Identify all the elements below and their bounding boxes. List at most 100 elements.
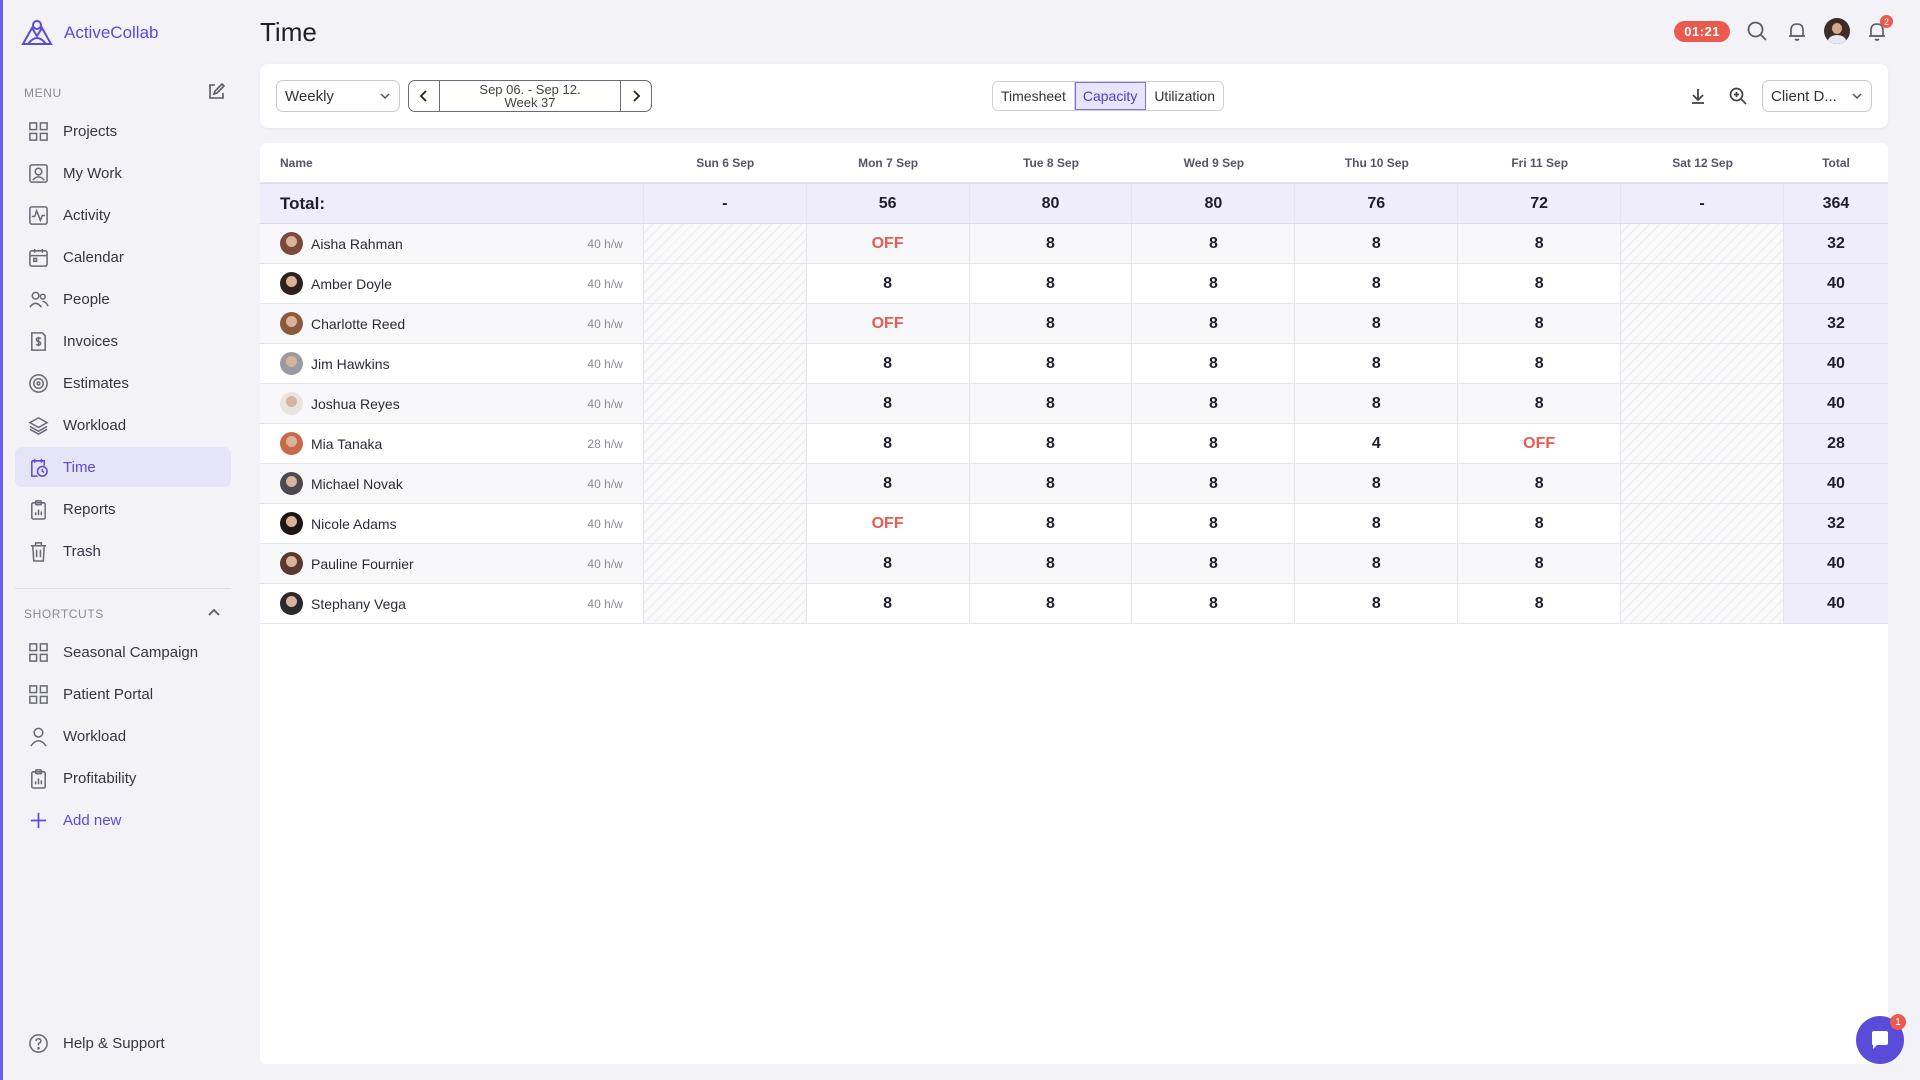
capacity-cell[interactable]: 8 [1295, 344, 1459, 383]
shortcut-add-add-new[interactable]: Add new [15, 800, 231, 840]
capacity-cell[interactable]: 8 [1132, 344, 1296, 383]
capacity-cell[interactable]: 8 [970, 424, 1133, 463]
sidebar-item-people[interactable]: People [15, 279, 231, 319]
person-link[interactable]: Pauline Fournier [280, 552, 414, 575]
search-icon[interactable] [1744, 18, 1770, 44]
capacity-cell[interactable]: 8 [970, 464, 1133, 503]
capacity-cell[interactable]: 8 [1458, 344, 1622, 383]
capacity-cell[interactable]: 8 [1132, 224, 1296, 263]
capacity-cell[interactable]: 8 [1132, 464, 1296, 503]
person-link[interactable]: Michael Novak [280, 472, 403, 495]
capacity-cell[interactable]: 8 [970, 304, 1133, 343]
zoom-in-icon[interactable] [1726, 84, 1750, 108]
capacity-cell[interactable]: 8 [807, 384, 970, 423]
capacity-cell[interactable]: 8 [1132, 584, 1296, 623]
person-link[interactable]: Charlotte Reed [280, 312, 405, 335]
sidebar-item-calendar[interactable]: Calendar [15, 237, 231, 277]
person-link[interactable]: Aisha Rahman [280, 232, 403, 255]
capacity-cell[interactable]: 8 [1295, 384, 1459, 423]
timer-badge[interactable]: 01:21 [1674, 20, 1730, 42]
sidebar-item-activity[interactable]: Activity [15, 195, 231, 235]
capacity-cell[interactable]: 8 [1458, 544, 1622, 583]
chat-button[interactable]: 1 [1856, 1014, 1906, 1064]
reminder-bell-icon[interactable] [1784, 18, 1810, 44]
help-support-link[interactable]: Help & Support [15, 1023, 231, 1063]
person-link[interactable]: Stephany Vega [280, 592, 406, 615]
capacity-cell[interactable]: 8 [1458, 584, 1622, 623]
prev-week-button[interactable] [409, 81, 439, 111]
capacity-cell[interactable]: 8 [970, 384, 1133, 423]
capacity-cell[interactable]: 8 [1458, 264, 1622, 303]
capacity-cell[interactable]: 8 [807, 544, 970, 583]
capacity-cell[interactable]: OFF [807, 504, 970, 543]
capacity-cell[interactable]: 8 [807, 424, 970, 463]
user-avatar[interactable] [1824, 18, 1850, 44]
shortcut-item-seasonal-campaign[interactable]: Seasonal Campaign [15, 632, 231, 672]
shortcut-item-workload[interactable]: Workload [15, 716, 231, 756]
capacity-cell[interactable]: OFF [807, 304, 970, 343]
week-range[interactable]: Sep 06. - Sep 12. Week 37 [439, 81, 621, 111]
sidebar-item-time[interactable]: Time [15, 447, 231, 487]
capacity-cell[interactable]: OFF [1458, 424, 1622, 463]
edit-menu-icon[interactable] [207, 83, 225, 101]
capacity-cell[interactable]: 8 [1132, 264, 1296, 303]
capacity-cell[interactable]: 8 [1458, 384, 1622, 423]
capacity-cell[interactable]: 8 [1132, 544, 1296, 583]
capacity-cell[interactable]: 8 [970, 264, 1133, 303]
capacity-cell[interactable]: 8 [970, 504, 1133, 543]
sidebar-item-my-work[interactable]: My Work [15, 153, 231, 193]
tab-timesheet[interactable]: Timesheet [993, 82, 1075, 110]
capacity-cell[interactable]: 8 [1132, 304, 1296, 343]
notifications-bell-icon[interactable]: 2 [1864, 15, 1893, 44]
capacity-cell[interactable]: 8 [807, 464, 970, 503]
invoice-icon [27, 330, 49, 352]
help-icon [27, 1032, 49, 1054]
capacity-cell[interactable]: 8 [1295, 264, 1459, 303]
sidebar-item-workload[interactable]: Workload [15, 405, 231, 445]
sidebar-item-reports[interactable]: Reports [15, 489, 231, 529]
capacity-cell[interactable]: 8 [1132, 384, 1296, 423]
capacity-cell[interactable]: 8 [807, 344, 970, 383]
shortcut-item-patient-portal[interactable]: Patient Portal [15, 674, 231, 714]
capacity-cell[interactable]: 8 [1458, 224, 1622, 263]
chevron-up-icon[interactable] [206, 605, 222, 621]
capacity-cell[interactable]: 8 [1295, 504, 1459, 543]
person-link[interactable]: Mia Tanaka [280, 432, 382, 455]
capacity-cell[interactable]: 8 [1295, 544, 1459, 583]
person-link[interactable]: Jim Hawkins [280, 352, 390, 375]
capacity-cell[interactable]: 8 [970, 584, 1133, 623]
sidebar-item-estimates[interactable]: Estimates [15, 363, 231, 403]
app-logo[interactable]: ActiveCollab [20, 18, 159, 48]
capacity-cell[interactable]: 4 [1295, 424, 1459, 463]
capacity-cell[interactable]: 8 [807, 584, 970, 623]
sidebar-item-invoices[interactable]: Invoices [15, 321, 231, 361]
shortcut-item-profitability[interactable]: Profitability [15, 758, 231, 798]
capacity-cell[interactable]: 8 [970, 224, 1133, 263]
capacity-cell[interactable]: 8 [1458, 464, 1622, 503]
tab-utilization[interactable]: Utilization [1146, 82, 1223, 110]
capacity-cell[interactable]: 8 [1295, 584, 1459, 623]
capacity-cell[interactable]: 8 [970, 544, 1133, 583]
capacity-cell[interactable]: 8 [1458, 304, 1622, 343]
capacity-cell[interactable]: 8 [1458, 504, 1622, 543]
capacity-cell[interactable]: 8 [1295, 224, 1459, 263]
capacity-cell[interactable]: 8 [1295, 304, 1459, 343]
person-link[interactable]: Amber Doyle [280, 272, 392, 295]
capacity-cell[interactable]: 8 [1132, 424, 1296, 463]
column-header[interactable]: Name [260, 143, 644, 182]
capacity-cell[interactable]: OFF [807, 224, 970, 263]
person-link[interactable]: Nicole Adams [280, 512, 397, 535]
client-filter-select[interactable]: Client D... [1762, 80, 1872, 112]
capacity-cell[interactable]: 8 [970, 344, 1133, 383]
sidebar-item-trash[interactable]: Trash [15, 531, 231, 571]
sidebar-item-label: Invoices [63, 332, 119, 350]
sidebar-item-projects[interactable]: Projects [15, 111, 231, 151]
period-select[interactable]: Weekly [276, 80, 400, 112]
capacity-cell[interactable]: 8 [1132, 504, 1296, 543]
person-link[interactable]: Joshua Reyes [280, 392, 400, 415]
capacity-cell[interactable]: 8 [1295, 464, 1459, 503]
tab-capacity[interactable]: Capacity [1074, 82, 1147, 110]
download-icon[interactable] [1686, 84, 1710, 108]
capacity-cell[interactable]: 8 [807, 264, 970, 303]
next-week-button[interactable] [621, 81, 651, 111]
